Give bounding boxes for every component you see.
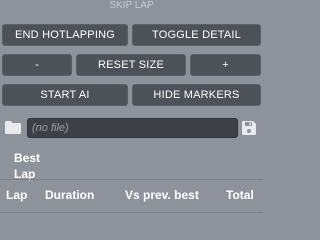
hide-markers-button[interactable]: HIDE MARKERS [132,84,261,106]
column-header-lap: Lap [6,188,28,202]
decrease-size-button[interactable]: - [2,54,72,76]
skip-lap-button[interactable]: SKIP LAP [0,0,263,20]
skip-lap-label: SKIP LAP [109,0,154,11]
toggle-detail-button[interactable]: TOGGLE DETAIL [132,24,261,46]
start-ai-button[interactable]: START AI [2,84,128,106]
folder-icon[interactable] [5,121,21,134]
increase-size-button[interactable]: + [190,54,261,76]
table-header-divider [0,212,263,213]
reset-size-button[interactable]: RESET SIZE [76,54,186,76]
column-header-total: Total [226,188,254,202]
file-path-input[interactable]: (no file) [27,118,238,138]
save-icon[interactable] [242,121,256,135]
end-hotlapping-button[interactable]: END HOTLAPPING [2,24,128,46]
column-header-duration: Duration [45,188,95,202]
divider [0,179,263,180]
column-header-vs-prev-best: Vs prev. best [125,188,199,202]
best-lap-line1: Best [14,151,41,165]
best-lap-label: Best Lap [14,150,54,182]
